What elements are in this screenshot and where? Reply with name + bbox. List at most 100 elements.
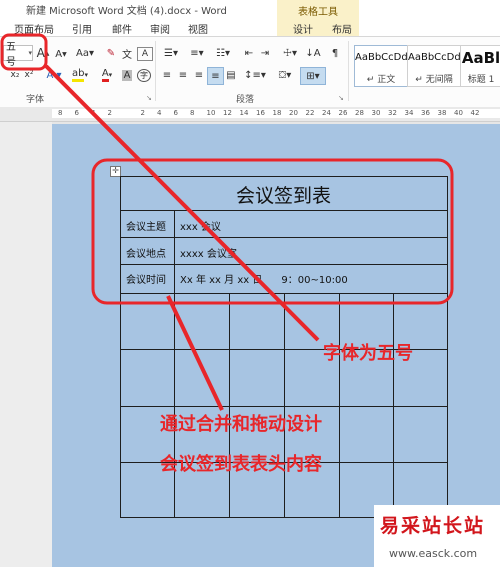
distributed-button[interactable]: ▤ <box>224 67 238 83</box>
row-label-time[interactable]: 会议时间 <box>126 271 166 286</box>
ruler-number: 28 <box>355 109 364 117</box>
tab-page-layout[interactable]: 页面布局 <box>14 21 54 36</box>
bullets-button[interactable]: ☰▾ <box>160 45 182 61</box>
table-row-divider <box>120 264 448 265</box>
tab-mailings[interactable]: 邮件 <box>112 21 132 36</box>
font-size-value: 五号 <box>6 42 16 68</box>
style-normal[interactable]: AaBbCcDd ↵ 正文 <box>354 45 408 87</box>
ruler-number: 10 <box>206 109 216 117</box>
highlight-button[interactable]: ab ▾ <box>68 67 92 83</box>
enclose-char-button[interactable]: 字 <box>137 67 151 83</box>
table-column-divider <box>284 293 285 518</box>
show-marks-button[interactable]: ¶ <box>328 45 342 61</box>
chevron-down-icon: ▾ <box>28 49 32 57</box>
enclose-char-icon: 字 <box>137 68 151 82</box>
highlighter-icon: ab <box>72 68 85 82</box>
ruler-number: 20 <box>289 109 298 117</box>
table-title[interactable]: 会议签到表 <box>236 181 331 208</box>
chinese-layout-button[interactable]: ☩▾ <box>280 45 300 61</box>
align-right-icon: ≡ <box>194 69 204 81</box>
justify-button[interactable]: ≡ <box>207 67 224 85</box>
paint-bucket-icon: ⛋▾ <box>278 69 292 81</box>
horizontal-ruler[interactable]: 8 6 4 2 2 4 6 8 10 12 14 16 18 20 22 24 26 28 30 32 34 36 38 40… <box>0 107 500 122</box>
document-margin-left <box>0 122 52 567</box>
justify-icon: ≡ <box>211 70 220 82</box>
font-color-icon: A <box>101 68 109 82</box>
grow-font-button[interactable]: A ▲ <box>36 45 50 61</box>
phonetic-icon: 文 <box>122 49 132 61</box>
table-column-divider <box>339 293 340 518</box>
row-value-topic[interactable]: xxx 会议 <box>180 218 221 233</box>
distributed-icon: ▤ <box>226 69 236 81</box>
sort-button[interactable]: ↓A <box>305 45 321 61</box>
align-center-button[interactable]: ≡ <box>176 67 190 83</box>
dialog-launcher-icon[interactable]: ↘ <box>146 94 152 102</box>
style-no-spacing[interactable]: AaBbCcDd ↵ 无间隔 <box>407 45 461 87</box>
ribbon: 五号 ▾ A ▲ A ▼ Aa▾ ✎ 文 A x₂ x² A ▾ ab ▾ A ▾ A … <box>0 36 500 108</box>
ruler-number: 38 <box>437 109 447 117</box>
sort-icon: ↓A <box>305 47 321 59</box>
align-left-button[interactable]: ≡ <box>160 67 174 83</box>
phonetic-button[interactable]: 文 <box>120 45 134 61</box>
tab-review[interactable]: 审阅 <box>150 21 170 36</box>
style-heading-1[interactable]: AaBl 标题 1 <box>460 45 500 87</box>
text-effects-button[interactable]: A ▾ <box>42 67 66 83</box>
title-bar: 新建 Microsoft Word 文档 (4).docx - Word <box>0 0 500 18</box>
group-divider <box>348 41 349 101</box>
char-border-button[interactable]: A <box>137 47 153 61</box>
increase-indent-icon: ⇥ <box>260 47 270 59</box>
change-case-button[interactable]: Aa▾ <box>76 45 94 61</box>
table-column-divider <box>393 293 394 518</box>
shrink-font-button[interactable]: A ▼ <box>54 46 68 62</box>
multilevel-list-button[interactable]: ☷▾ <box>212 45 234 61</box>
row-value-time[interactable]: Xx 年 xx 月 xx 日 9：00~10:00 <box>180 271 348 286</box>
row-label-location[interactable]: 会议地点 <box>126 245 166 260</box>
font-size-note: 字体为五号 <box>323 343 413 364</box>
font-group-label: 字体 <box>26 95 45 105</box>
ruler-number: 6 <box>173 109 178 117</box>
table-column-divider <box>229 293 230 518</box>
line-spacing-icon: ↕≡▾ <box>244 69 266 81</box>
numbering-button[interactable]: ≡▾ <box>186 45 208 61</box>
tab-design[interactable]: 设计 <box>293 21 313 36</box>
ruler-number: 8 <box>190 109 195 117</box>
dialog-launcher-icon[interactable]: ↘ <box>338 94 344 102</box>
ruler-number: 14 <box>239 109 249 117</box>
row-value-location[interactable]: xxxx 会议室 <box>180 245 237 260</box>
text-effects-icon: A ▾ <box>46 69 62 81</box>
increase-indent-button[interactable]: ⇥ <box>258 45 272 61</box>
subscript-button[interactable]: x₂ <box>10 67 20 83</box>
font-color-button[interactable]: A ▾ <box>96 67 118 83</box>
clear-format-button[interactable]: ✎ <box>104 45 118 61</box>
ruler-number: 40 <box>454 109 463 117</box>
borders-icon: ⊞▾ <box>306 70 320 82</box>
ruler-number: 36 <box>421 109 430 117</box>
style-name: 标题 1 <box>467 75 495 85</box>
ruler-number: 4 <box>157 109 162 117</box>
align-left-icon: ≡ <box>162 69 172 81</box>
char-border-icon: A <box>141 49 149 59</box>
row-label-topic[interactable]: 会议主题 <box>126 218 166 233</box>
borders-button[interactable]: ⊞▾ <box>300 67 326 85</box>
shading-button[interactable]: ⛋▾ <box>274 67 296 83</box>
tab-layout[interactable]: 布局 <box>332 21 352 36</box>
ruler-number: 34 <box>404 109 414 117</box>
table-row-divider <box>120 237 448 238</box>
ruler-number: 30 <box>371 109 381 117</box>
ruler-number: 16 <box>256 109 265 117</box>
line-spacing-button[interactable]: ↕≡▾ <box>244 67 266 83</box>
superscript-button[interactable]: x² <box>24 67 34 83</box>
decrease-indent-button[interactable]: ⇤ <box>242 45 256 61</box>
ruler-number: 12 <box>223 109 232 117</box>
align-right-button[interactable]: ≡ <box>192 67 206 83</box>
align-center-icon: ≡ <box>178 69 188 81</box>
ruler-number: 32 <box>388 109 397 117</box>
numbered-list-icon: ≡▾ <box>190 47 204 59</box>
pilcrow-icon: ¶ <box>331 47 339 59</box>
font-size-select[interactable]: 五号 ▾ <box>3 42 33 68</box>
ruler-number: 2 <box>107 109 112 117</box>
tab-references[interactable]: 引用 <box>72 21 92 36</box>
tab-view[interactable]: 视图 <box>188 21 208 36</box>
ruler-number: 6 <box>74 109 79 117</box>
char-shading-button[interactable]: A <box>120 67 134 83</box>
